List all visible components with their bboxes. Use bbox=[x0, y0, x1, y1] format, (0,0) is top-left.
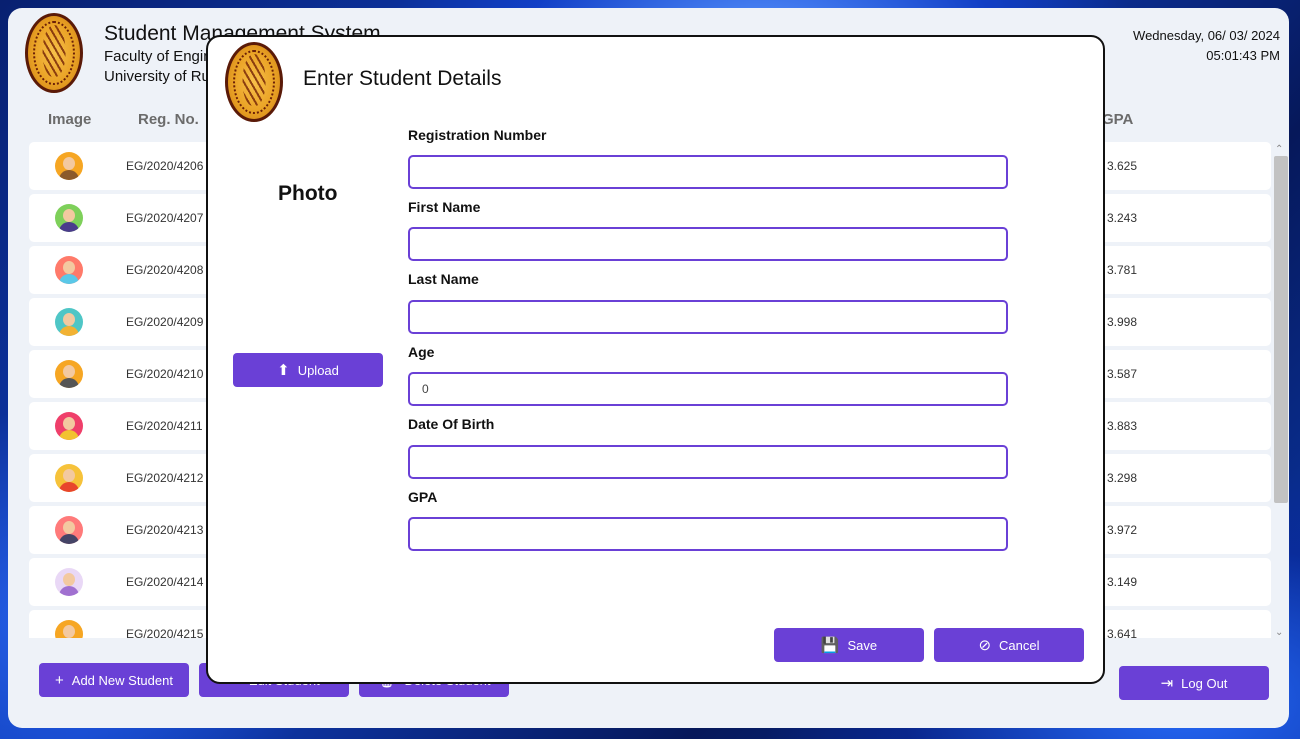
plus-icon: + bbox=[55, 671, 64, 689]
current-time: 05:01:43 PM bbox=[1206, 48, 1280, 63]
dialog-title: Enter Student Details bbox=[303, 67, 502, 90]
cancel-label: Cancel bbox=[999, 637, 1040, 653]
student-avatar bbox=[55, 256, 83, 284]
cancel-icon: ⊘ bbox=[978, 636, 992, 654]
reg-no-cell: EG/2020/4213 bbox=[126, 523, 204, 537]
student-avatar bbox=[55, 152, 83, 180]
student-avatar bbox=[55, 516, 83, 544]
reg-no-cell: EG/2020/4207 bbox=[126, 211, 204, 225]
current-date: Wednesday, 06/ 03/ 2024 bbox=[1133, 28, 1280, 43]
table-scrollbar[interactable]: ⌃ ⌄ bbox=[1272, 142, 1288, 638]
registration-number-label: Registration Number bbox=[408, 127, 547, 143]
column-header-reg-no[interactable]: Reg. No. bbox=[138, 111, 199, 128]
column-header-image[interactable]: Image bbox=[48, 111, 91, 128]
save-icon: 💾 bbox=[820, 636, 840, 654]
date-of-birth-field[interactable] bbox=[408, 445, 1008, 479]
student-avatar bbox=[55, 464, 83, 492]
gpa-cell: 3.243 bbox=[1107, 211, 1138, 225]
age-field[interactable] bbox=[408, 372, 1008, 406]
student-avatar bbox=[55, 412, 83, 440]
reg-no-cell: EG/2020/4212 bbox=[126, 471, 204, 485]
gpa-cell: 3.149 bbox=[1107, 575, 1138, 589]
upload-label: Upload bbox=[297, 362, 339, 378]
gpa-label: GPA bbox=[408, 489, 438, 505]
reg-no-cell: EG/2020/4215 bbox=[126, 627, 204, 638]
reg-no-cell: EG/2020/4211 bbox=[126, 419, 203, 433]
student-avatar bbox=[55, 308, 83, 336]
gpa-cell: 3.781 bbox=[1107, 263, 1138, 277]
save-label: Save bbox=[847, 637, 878, 653]
dialog-university-logo bbox=[225, 42, 283, 122]
log-out-button[interactable]: ⇥ Log Out bbox=[1119, 666, 1269, 700]
student-avatar bbox=[55, 360, 83, 388]
log-out-label: Log Out bbox=[1181, 675, 1228, 691]
date-of-birth-label: Date Of Birth bbox=[408, 416, 495, 432]
age-label: Age bbox=[408, 344, 435, 360]
column-header-gpa[interactable]: GPA bbox=[1102, 111, 1133, 128]
scroll-thumb[interactable] bbox=[1274, 156, 1288, 503]
gpa-cell: 3.972 bbox=[1107, 523, 1138, 537]
upload-photo-button[interactable]: ⬆ Upload bbox=[233, 353, 383, 387]
log-out-icon: ⇥ bbox=[1160, 674, 1174, 692]
photo-label: Photo bbox=[278, 182, 338, 205]
gpa-cell: 3.883 bbox=[1107, 419, 1138, 433]
university-logo bbox=[25, 13, 83, 93]
gpa-cell: 3.587 bbox=[1107, 367, 1138, 381]
scroll-down-arrow-icon[interactable]: ⌄ bbox=[1275, 627, 1283, 638]
first-name-field[interactable] bbox=[408, 227, 1008, 261]
gpa-cell: 3.641 bbox=[1107, 627, 1138, 638]
upload-icon: ⬆ bbox=[277, 361, 290, 379]
add-new-student-label: Add New Student bbox=[71, 672, 173, 688]
reg-no-cell: EG/2020/4206 bbox=[126, 159, 204, 173]
reg-no-cell: EG/2020/4208 bbox=[126, 263, 204, 277]
reg-no-cell: EG/2020/4210 bbox=[126, 367, 204, 381]
student-avatar bbox=[55, 620, 83, 638]
gpa-cell: 3.625 bbox=[1107, 159, 1138, 173]
add-new-student-button[interactable]: + Add New Student bbox=[39, 663, 189, 697]
enter-student-details-dialog: Enter Student Details Photo ⬆ Upload Reg… bbox=[206, 35, 1105, 684]
first-name-label: First Name bbox=[408, 199, 481, 215]
reg-no-cell: EG/2020/4214 bbox=[126, 575, 204, 589]
student-avatar bbox=[55, 568, 83, 596]
registration-number-field[interactable] bbox=[408, 155, 1008, 189]
reg-no-cell: EG/2020/4209 bbox=[126, 315, 204, 329]
save-button[interactable]: 💾 Save bbox=[774, 628, 924, 662]
cancel-button[interactable]: ⊘ Cancel bbox=[934, 628, 1084, 662]
gpa-field[interactable] bbox=[408, 517, 1008, 551]
last-name-label: Last Name bbox=[408, 271, 479, 287]
gpa-cell: 3.298 bbox=[1107, 471, 1138, 485]
student-avatar bbox=[55, 204, 83, 232]
gpa-cell: 3.998 bbox=[1107, 315, 1138, 329]
scroll-up-arrow-icon[interactable]: ⌃ bbox=[1275, 144, 1283, 155]
last-name-field[interactable] bbox=[408, 300, 1008, 334]
